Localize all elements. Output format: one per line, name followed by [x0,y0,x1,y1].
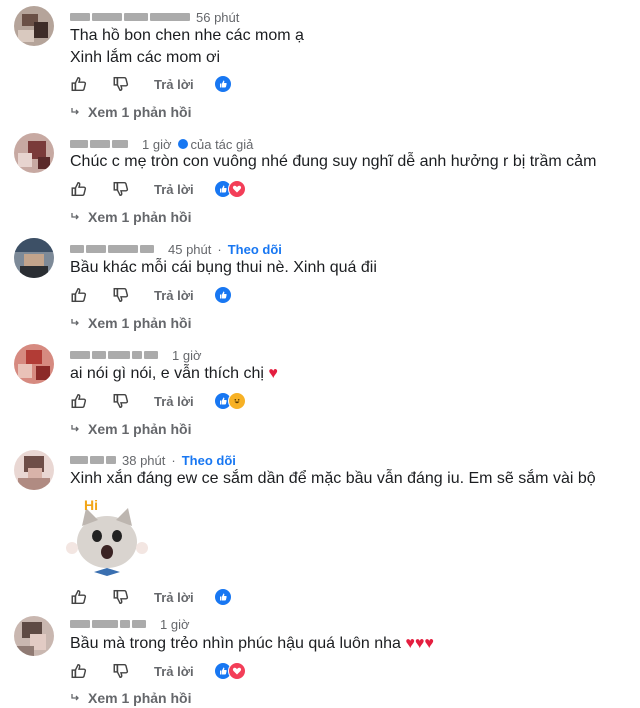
dislike-icon[interactable] [112,180,130,198]
comment-text-line: Xinh xắn đáng ew ce sắm dần để mặc bầu v… [70,470,596,487]
author-badge-label: của tác giả [190,136,254,152]
comment-actions: Trả lời [70,177,246,201]
reaction-summary[interactable] [213,588,232,606]
comment-time[interactable]: 56 phút [196,10,239,25]
avatar[interactable] [14,133,54,173]
sticker-text: Hi [84,497,98,513]
reaction-summary[interactable] [213,180,246,198]
reaction-summary[interactable] [213,75,232,93]
like-reaction-icon [213,286,232,304]
comment-text-line: Chúc c mẹ tròn con vuông nhé đung suy ng… [70,153,597,170]
comment-actions: Trả lời [70,659,246,683]
heart-emoji: ♥♥♥ [405,635,434,652]
follow-button[interactable]: Theo dõi [182,453,236,468]
like-icon[interactable] [70,75,88,93]
comment-meta: 38 phút · Theo dõi [70,451,236,469]
reaction-summary[interactable] [213,392,246,410]
author-badge: của tác giả [177,136,254,152]
reaction-summary[interactable] [213,286,232,304]
comment-text-line: Tha hồ bon chen nhe các mom ạ [70,27,304,44]
view-replies-link[interactable]: Xem 1 phản hồi [70,419,191,439]
avatar[interactable] [14,6,54,46]
comment-meta: 45 phút · Theo dõi [70,240,282,258]
reply-button[interactable]: Trả lời [154,664,194,679]
love-reaction-icon [227,180,246,198]
dislike-icon[interactable] [112,286,130,304]
comment-time[interactable]: 1 giờ [172,348,202,363]
comment-meta: 56 phút [70,8,239,26]
comment-time[interactable]: 1 giờ [160,617,190,632]
dislike-icon[interactable] [112,392,130,410]
comment-time[interactable]: 1 giờ [142,137,172,152]
reply-arrow-icon [71,108,79,115]
like-reaction-icon [213,588,232,606]
dislike-icon[interactable] [112,588,130,606]
comment-actions: Trả lời [70,72,232,96]
reply-button[interactable]: Trả lời [154,394,194,409]
comment-text: Bầu mà trong trẻo nhìn phúc hậu quá luôn… [70,633,434,655]
follow-button[interactable]: Theo dõi [228,242,282,257]
like-icon[interactable] [70,392,88,410]
heart-emoji: ♥ [268,365,278,382]
reaction-summary[interactable] [213,662,246,680]
view-replies-label: Xem 1 phản hồi [88,690,192,706]
reply-button[interactable]: Trả lời [154,77,194,92]
view-replies-link[interactable]: Xem 1 phản hồi [70,688,191,708]
author-badge-icon [177,139,188,149]
view-replies-label: Xem 1 phản hồi [88,209,192,225]
reply-arrow-icon [71,213,79,220]
comment-text-line: Xinh lắm các mom ơi [70,49,221,66]
comment-actions: Trả lời [70,585,232,609]
avatar[interactable] [14,344,54,384]
reply-arrow-icon [71,425,79,432]
author-name[interactable] [70,245,154,253]
like-icon[interactable] [70,286,88,304]
haha-reaction-icon [227,392,246,410]
comment-time[interactable]: 45 phút [168,242,211,257]
comment-meta: 1 giờ [70,346,202,364]
reply-button[interactable]: Trả lời [154,182,194,197]
like-icon[interactable] [70,180,88,198]
view-replies-link[interactable]: Xem 1 phản hồi [70,207,191,227]
dislike-icon[interactable] [112,662,130,680]
like-reaction-icon [213,75,232,93]
author-name[interactable] [70,13,190,21]
view-replies-link[interactable]: Xem 1 phản hồi [70,313,191,333]
comment-text-line: Bầu khác mỗi cái bụng thui nè. Xinh quá … [70,259,377,276]
avatar[interactable] [14,450,54,490]
comment-text: ai nói gì nói, e vẫn thích chị ♥ [70,363,278,385]
avatar[interactable] [14,238,54,278]
comment-time[interactable]: 38 phút [122,453,165,468]
dislike-icon[interactable] [112,75,130,93]
like-icon[interactable] [70,662,88,680]
reply-arrow-icon [71,319,79,326]
author-name[interactable] [70,351,158,359]
reply-button[interactable]: Trả lời [154,288,194,303]
comment-meta: 1 giờ [70,615,190,633]
author-name[interactable] [70,620,146,628]
cat-sticker: Hi [66,497,148,576]
comment-actions: Trả lời [70,389,246,413]
comment-text-line: Bầu mà trong trẻo nhìn phúc hậu quá luôn… [70,635,401,652]
reply-arrow-icon [71,694,79,701]
like-icon[interactable] [70,588,88,606]
view-replies-label: Xem 1 phản hồi [88,421,192,437]
avatar[interactable] [14,616,54,656]
comment-actions: Trả lời [70,283,232,307]
author-name[interactable] [70,140,128,148]
author-name[interactable] [70,456,116,464]
view-replies-link[interactable]: Xem 1 phản hồi [70,102,191,122]
reply-button[interactable]: Trả lời [154,590,194,605]
view-replies-label: Xem 1 phản hồi [88,315,192,331]
comment-text-line: ai nói gì nói, e vẫn thích chị [70,365,264,382]
view-replies-label: Xem 1 phản hồi [88,104,192,120]
love-reaction-icon [227,662,246,680]
